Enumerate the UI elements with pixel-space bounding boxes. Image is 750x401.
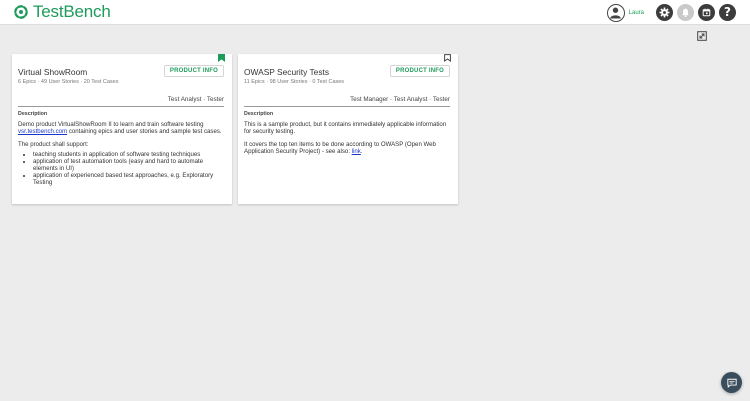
description-text: Demo product VirtualShowRoom II to learn… xyxy=(18,121,204,128)
header-actions: Laura ? xyxy=(606,3,736,22)
chat-button[interactable] xyxy=(721,372,742,393)
product-title[interactable]: OWASP Security Tests xyxy=(244,67,329,77)
product-card-owasp-security[interactable]: OWASP Security Tests 11 Epics · 98 User … xyxy=(238,54,458,204)
help-icon: ? xyxy=(724,5,731,19)
product-info-button[interactable]: PRODUCT INFO xyxy=(163,65,224,77)
description-text: It covers the top ten items to be done a… xyxy=(244,141,436,155)
user-roles: Test Manager · Test Analyst · Tester xyxy=(350,96,450,103)
list-item: application of experienced based test ap… xyxy=(33,172,222,186)
support-list: teaching students in application of soft… xyxy=(18,151,222,186)
testbench-logo-icon xyxy=(14,5,28,19)
testbench-logo[interactable]: TestBench xyxy=(12,2,111,22)
settings-gear-icon xyxy=(659,7,670,18)
list-item: application of test automation tools (ea… xyxy=(33,158,222,172)
bookmark-filled-icon[interactable] xyxy=(218,54,225,62)
settings-button[interactable] xyxy=(656,4,673,21)
description-heading: Description xyxy=(244,111,274,117)
calendar-button[interactable] xyxy=(698,4,715,21)
product-card-virtual-showroom[interactable]: Virtual ShowRoom 6 Epics · 49 User Stori… xyxy=(12,54,232,204)
username-label: Laura xyxy=(628,9,644,16)
description-paragraph: This is a sample product, but it contain… xyxy=(244,121,447,135)
divider xyxy=(18,106,224,107)
list-item: teaching students in application of soft… xyxy=(33,151,222,158)
product-stats: 6 Epics · 49 User Stories · 20 Test Case… xyxy=(18,79,119,85)
product-description: This is a sample product, but it contain… xyxy=(244,121,448,161)
notifications-button[interactable] xyxy=(677,4,694,21)
description-paragraph: It covers the top ten items to be done a… xyxy=(244,141,448,155)
description-paragraph: Demo product VirtualShowRoom II to learn… xyxy=(18,121,222,135)
product-description: Demo product VirtualShowRoom II to learn… xyxy=(18,121,222,186)
product-title[interactable]: Virtual ShowRoom xyxy=(18,67,87,77)
help-button[interactable]: ? xyxy=(719,4,736,21)
product-info-button[interactable]: PRODUCT INFO xyxy=(389,65,450,77)
divider xyxy=(244,106,450,107)
expand-icon[interactable] xyxy=(697,31,707,41)
notification-bell-icon xyxy=(682,8,689,18)
user-icon xyxy=(610,7,621,19)
vsr-link[interactable]: vsr.testbench.com xyxy=(18,128,67,135)
description-text: containing epics and user stories and sa… xyxy=(67,128,222,135)
bookmark-outline-icon[interactable] xyxy=(444,54,451,62)
description-heading: Description xyxy=(18,111,48,117)
description-paragraph: The product shall support: xyxy=(18,141,89,148)
top-app-bar: TestBench Laura ? xyxy=(0,0,750,25)
owasp-link[interactable]: link xyxy=(352,148,361,155)
app-name: TestBench xyxy=(33,2,111,21)
chat-icon xyxy=(726,378,737,388)
calendar-icon xyxy=(702,8,711,17)
user-avatar-button[interactable] xyxy=(606,3,625,22)
user-roles: Test Analyst · Tester xyxy=(167,96,224,103)
product-stats: 11 Epics · 98 User Stories · 0 Test Case… xyxy=(244,79,345,85)
description-text: . xyxy=(360,148,363,155)
